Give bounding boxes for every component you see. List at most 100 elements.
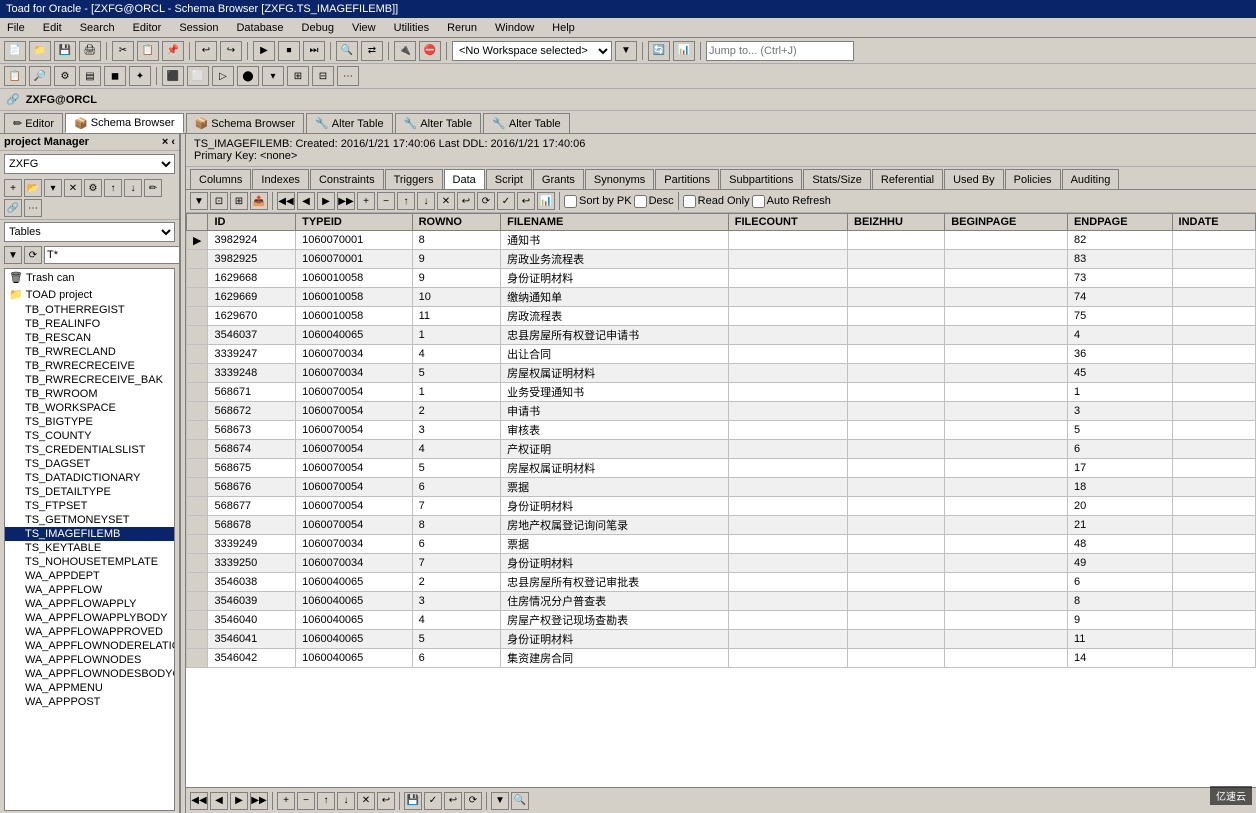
menu-help[interactable]: Help — [549, 21, 578, 35]
cell-rowno[interactable]: 10 — [412, 288, 501, 307]
cell-beginpage[interactable] — [945, 345, 1068, 364]
tree-item-ts_ftpset[interactable]: TS_FTPSET — [5, 499, 174, 513]
new-tree-btn[interactable]: + — [4, 179, 22, 197]
cell-id[interactable]: 1629669 — [208, 288, 296, 307]
cell-beizhhu[interactable] — [848, 649, 945, 668]
cell-id[interactable]: 3982925 — [208, 250, 296, 269]
cell-marker[interactable] — [187, 554, 208, 573]
cell-typeid[interactable]: 1060070054 — [296, 440, 412, 459]
cell-rowno[interactable]: 2 — [412, 573, 501, 592]
table-row[interactable]: 354604210600400656集资建房合同14 — [187, 649, 1256, 668]
refresh-data-btn[interactable]: ⟳ — [477, 192, 495, 210]
move-dn-btn[interactable]: ↓ — [417, 192, 435, 210]
tb2-btn2[interactable]: 🔎 — [29, 66, 51, 86]
cell-filename[interactable]: 集资建房合同 — [501, 649, 729, 668]
step-btn[interactable]: ⏭ — [303, 41, 325, 61]
tb2-btn8[interactable]: ⬜ — [187, 66, 209, 86]
tree-item-wa_appmenu[interactable]: WA_APPMENU — [5, 681, 174, 695]
cell-rowno[interactable]: 6 — [412, 649, 501, 668]
more-btn[interactable]: ⋯ — [24, 199, 42, 217]
del-row-bottom[interactable]: − — [297, 792, 315, 810]
tree-item-wa_appflowapproved[interactable]: WA_APPFLOWAPPROVED — [5, 625, 174, 639]
cell-indate[interactable] — [1172, 535, 1255, 554]
cut-btn[interactable]: ✂ — [112, 41, 134, 61]
cell-endpage[interactable]: 20 — [1067, 497, 1172, 516]
cancel-edit-btn[interactable]: ✕ — [437, 192, 455, 210]
tree-item-ts_nohousetemplate[interactable]: TS_NOHOUSETEMPLATE — [5, 555, 174, 569]
tb2-btn3[interactable]: ⚙ — [54, 66, 76, 86]
tree-folder-toad[interactable]: 📁 TOAD project — [5, 286, 174, 303]
cell-beginpage[interactable] — [945, 231, 1068, 250]
cell-indate[interactable] — [1172, 459, 1255, 478]
cell-endpage[interactable]: 8 — [1067, 592, 1172, 611]
cell-indate[interactable] — [1172, 516, 1255, 535]
cell-marker[interactable] — [187, 611, 208, 630]
table-row[interactable]: 354604110600400655身份证明材料11 — [187, 630, 1256, 649]
cell-filecount[interactable] — [728, 402, 847, 421]
cell-beizhhu[interactable] — [848, 573, 945, 592]
cell-beizhhu[interactable] — [848, 288, 945, 307]
cell-rowno[interactable]: 7 — [412, 554, 501, 573]
cell-filecount[interactable] — [728, 440, 847, 459]
cell-typeid[interactable]: 1060070034 — [296, 554, 412, 573]
table-row[interactable]: 333924910600700346票据48 — [187, 535, 1256, 554]
cell-marker[interactable] — [187, 307, 208, 326]
insert-row-bottom[interactable]: + — [277, 792, 295, 810]
cell-beizhhu[interactable] — [848, 402, 945, 421]
save-bottom[interactable]: 💾 — [404, 792, 422, 810]
cell-typeid[interactable]: 1060010058 — [296, 307, 412, 326]
cell-endpage[interactable]: 14 — [1067, 649, 1172, 668]
readonly-checkbox[interactable] — [683, 195, 696, 208]
cell-beginpage[interactable] — [945, 573, 1068, 592]
cell-filecount[interactable] — [728, 345, 847, 364]
paste-btn[interactable]: 📌 — [162, 41, 184, 61]
tree-item-ts_detailtype[interactable]: TS_DETAILTYPE — [5, 485, 174, 499]
tb2-btn14[interactable]: ⋯ — [337, 66, 359, 86]
tree-item-wa_appflow[interactable]: WA_APPFLOW — [5, 583, 174, 597]
up-row-bottom[interactable]: ↑ — [317, 792, 335, 810]
tree-item-tb_rescan[interactable]: TB_RESCAN — [5, 331, 174, 345]
cell-id[interactable]: 3546039 — [208, 592, 296, 611]
menu-editor[interactable]: Editor — [130, 21, 165, 35]
cell-filecount[interactable] — [728, 421, 847, 440]
cell-endpage[interactable]: 75 — [1067, 307, 1172, 326]
cell-id[interactable]: 3546038 — [208, 573, 296, 592]
cell-marker[interactable] — [187, 269, 208, 288]
cell-indate[interactable] — [1172, 611, 1255, 630]
cell-endpage[interactable]: 6 — [1067, 440, 1172, 459]
cell-beizhhu[interactable] — [848, 592, 945, 611]
search-bottom[interactable]: 🔍 — [511, 792, 529, 810]
tb2-btn12[interactable]: ⊞ — [287, 66, 309, 86]
filter-input[interactable] — [44, 246, 180, 264]
tree-item-wa_appflowapply[interactable]: WA_APPFLOWAPPLY — [5, 597, 174, 611]
tree-folder-trash[interactable]: 🗑 Trash can — [5, 269, 174, 286]
tree-item-wa_appflownodes[interactable]: WA_APPFLOWNODES — [5, 653, 174, 667]
cell-beginpage[interactable] — [945, 402, 1068, 421]
table-row[interactable]: 162966810600100589身份证明材料73 — [187, 269, 1256, 288]
tb2-btn11[interactable]: ▾ — [262, 66, 284, 86]
refresh-btn[interactable]: 🔄 — [648, 41, 670, 61]
close-panel-btn[interactable]: × ‹ — [162, 136, 175, 148]
tree-item-tb_rwrecreceive[interactable]: TB_RWRECRECEIVE — [5, 359, 174, 373]
cell-endpage[interactable]: 3 — [1067, 402, 1172, 421]
save-btn[interactable]: 💾 — [54, 41, 76, 61]
cell-endpage[interactable]: 4 — [1067, 326, 1172, 345]
schema-dropdown[interactable]: ZXFG — [4, 154, 175, 174]
tree-item-tb_rwrecland[interactable]: TB_RWRECLAND — [5, 345, 174, 359]
cell-beginpage[interactable] — [945, 288, 1068, 307]
cell-typeid[interactable]: 1060070001 — [296, 250, 412, 269]
tab-synonyms[interactable]: Synonyms — [585, 169, 654, 189]
nav-last-bottom[interactable]: ▶▶ — [250, 792, 268, 810]
cell-marker[interactable] — [187, 326, 208, 345]
table-row[interactable]: 354603810600400652忠县房屋所有权登记审批表6 — [187, 573, 1256, 592]
props-btn[interactable]: ⚙ — [84, 179, 102, 197]
table-row[interactable]: 1629669106001005810缴纳通知单74 — [187, 288, 1256, 307]
cell-indate[interactable] — [1172, 326, 1255, 345]
table-row[interactable]: 1629670106001005811房政流程表75 — [187, 307, 1256, 326]
cell-filecount[interactable] — [728, 326, 847, 345]
tab-schema-browser-1[interactable]: 📦 Schema Browser — [65, 113, 184, 133]
cell-beizhhu[interactable] — [848, 516, 945, 535]
cell-filecount[interactable] — [728, 478, 847, 497]
cell-id[interactable]: 3339249 — [208, 535, 296, 554]
cell-beizhhu[interactable] — [848, 383, 945, 402]
